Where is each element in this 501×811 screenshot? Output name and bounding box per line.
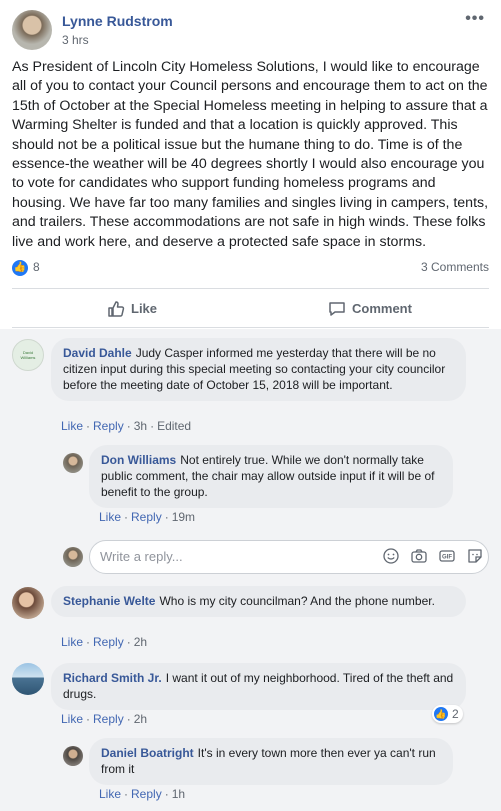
comment-meta: Like · Reply · 3h · Edited bbox=[61, 419, 192, 433]
comment-text: Who is my city councilman? And the phone… bbox=[159, 594, 435, 608]
comment-like-link[interactable]: Like bbox=[61, 635, 83, 649]
comment-reply-link[interactable]: Reply bbox=[93, 419, 124, 433]
comment-time[interactable]: 2h bbox=[134, 635, 147, 649]
reply-avatar[interactable] bbox=[63, 453, 83, 473]
reply-meta: Like · Reply · 1h bbox=[99, 787, 186, 801]
comment-edited[interactable]: Edited bbox=[157, 419, 191, 433]
reply-bubble: Don Williams Not entirely true. While we … bbox=[89, 445, 453, 508]
like-reaction-icon: 👍 bbox=[434, 707, 448, 721]
reply-like-link[interactable]: Like bbox=[99, 510, 121, 524]
comment-bubble: Stephanie Welte Who is my city councilman… bbox=[51, 586, 466, 617]
reply-like-link[interactable]: Like bbox=[99, 787, 121, 801]
comment-button[interactable]: Comment bbox=[328, 289, 412, 329]
like-button-label: Like bbox=[131, 301, 158, 316]
post-reactions: 👍 8 3 Comments bbox=[12, 259, 489, 277]
like-reaction-icon[interactable]: 👍 bbox=[12, 260, 28, 276]
comment-button-label: Comment bbox=[352, 301, 412, 316]
more-options-icon[interactable]: ••• bbox=[465, 10, 485, 28]
comment-reaction-count: 2 bbox=[452, 707, 459, 721]
comment-time[interactable]: 2h bbox=[134, 712, 147, 726]
author-avatar[interactable] bbox=[12, 10, 52, 50]
reply-time[interactable]: 19m bbox=[172, 510, 195, 524]
reply-meta: Like · Reply · 19m bbox=[99, 510, 196, 524]
comment-time[interactable]: 3h bbox=[134, 419, 147, 433]
comment-count[interactable]: 3 Comments bbox=[421, 260, 489, 274]
reply-time[interactable]: 1h bbox=[172, 787, 185, 801]
post-actions: Like Comment bbox=[12, 288, 489, 328]
post-author[interactable]: Lynne Rudstrom bbox=[62, 13, 173, 29]
commenter-avatar[interactable]: David Williams bbox=[12, 339, 44, 371]
comment-reactions[interactable]: 👍 2 bbox=[432, 705, 463, 723]
avatar-logo-text: David Williams bbox=[20, 350, 36, 360]
post-time[interactable]: 3 hrs bbox=[62, 33, 89, 47]
comment-reply-link[interactable]: Reply bbox=[93, 635, 124, 649]
camera-icon[interactable] bbox=[410, 547, 428, 565]
comment-meta: Like · Reply · 2h bbox=[61, 635, 148, 649]
reply-bubble: Daniel Boatright It's in every town more … bbox=[89, 738, 453, 785]
like-button[interactable]: Like bbox=[107, 289, 157, 329]
reply-reply-link[interactable]: Reply bbox=[131, 787, 162, 801]
reply-tools: GIF bbox=[382, 547, 484, 565]
svg-text:GIF: GIF bbox=[442, 555, 452, 561]
comment-like-link[interactable]: Like bbox=[61, 712, 83, 726]
sticker-icon[interactable] bbox=[466, 547, 484, 565]
current-user-avatar bbox=[63, 547, 83, 567]
commenter-avatar[interactable] bbox=[12, 663, 44, 695]
comment-meta: Like · Reply · 2h bbox=[61, 712, 148, 726]
comment-author[interactable]: Stephanie Welte bbox=[63, 594, 155, 608]
commenter-avatar[interactable] bbox=[12, 587, 44, 619]
comment-icon bbox=[329, 302, 345, 316]
reply-avatar[interactable] bbox=[63, 746, 83, 766]
thumbs-up-icon bbox=[108, 301, 125, 317]
gif-icon[interactable]: GIF bbox=[438, 547, 456, 565]
comment-author[interactable]: David Dahle bbox=[63, 346, 132, 360]
comment-bubble: David Dahle Judy Casper informed me yeste… bbox=[51, 338, 466, 401]
comment-reply-link[interactable]: Reply bbox=[93, 712, 124, 726]
post-text: As President of Lincoln City Homeless So… bbox=[12, 59, 489, 250]
reply-reply-link[interactable]: Reply bbox=[131, 510, 162, 524]
comment-like-link[interactable]: Like bbox=[61, 419, 83, 433]
comment-bubble: Richard Smith Jr. I want it out of my nei… bbox=[51, 663, 466, 710]
reaction-count[interactable]: 8 bbox=[33, 260, 40, 274]
comment-author[interactable]: Richard Smith Jr. bbox=[63, 671, 162, 685]
reply-author[interactable]: Don Williams bbox=[101, 453, 176, 467]
reply-placeholder: Write a reply... bbox=[100, 549, 183, 564]
reply-input[interactable]: Write a reply... GIF bbox=[89, 540, 489, 574]
post-header: Lynne Rudstrom 3 hrs ••• bbox=[12, 10, 489, 50]
reply-author[interactable]: Daniel Boatright bbox=[101, 746, 194, 760]
emoji-icon[interactable] bbox=[382, 547, 400, 565]
